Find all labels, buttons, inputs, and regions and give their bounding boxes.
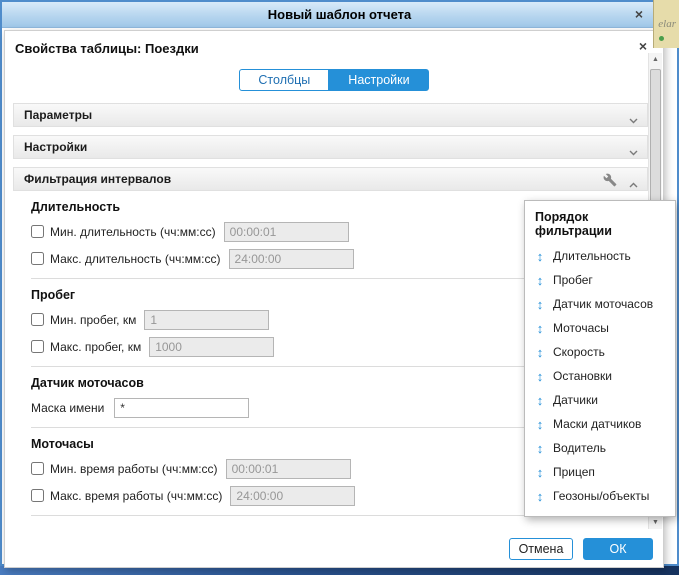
filter-order-item-geofences[interactable]: ↕ Геозоны/объекты bbox=[525, 484, 675, 508]
filter-order-item-stops[interactable]: ↕ Остановки bbox=[525, 364, 675, 388]
reorder-up-down-icon: ↕ bbox=[535, 441, 545, 456]
max-mileage-input bbox=[149, 337, 274, 357]
min-duration-label: Мин. длительность (чч:мм:сс) bbox=[50, 225, 216, 239]
map-fragment: elar bbox=[653, 0, 679, 48]
filter-order-item-label: Прицеп bbox=[553, 465, 595, 479]
filter-order-item-label: Геозоны/объекты bbox=[553, 489, 649, 503]
filter-order-item-mileage[interactable]: ↕ Пробег bbox=[525, 268, 675, 292]
filter-order-item-sensor-masks[interactable]: ↕ Маски датчиков bbox=[525, 412, 675, 436]
filter-order-popup-title: Порядок фильтрации bbox=[525, 205, 675, 244]
accordion-parameters-label: Параметры bbox=[24, 108, 92, 122]
min-mileage-checkbox[interactable] bbox=[31, 313, 44, 326]
dialog-tabs: Столбцы Настройки bbox=[5, 69, 663, 91]
min-duration-input bbox=[224, 222, 349, 242]
scroll-down-icon[interactable]: ▼ bbox=[649, 516, 662, 529]
chevron-down-icon bbox=[629, 113, 638, 127]
max-mileage-checkbox[interactable] bbox=[31, 340, 44, 353]
filter-order-item-driver[interactable]: ↕ Водитель bbox=[525, 436, 675, 460]
accordion-settings-label: Настройки bbox=[24, 140, 87, 154]
min-engine-time-label: Мин. время работы (чч:мм:сс) bbox=[50, 462, 218, 476]
map-place-label: elar bbox=[658, 18, 676, 30]
min-mileage-input bbox=[144, 310, 269, 330]
filter-order-item-label: Водитель bbox=[553, 441, 606, 455]
reorder-up-down-icon: ↕ bbox=[535, 345, 545, 360]
name-mask-label: Маска имени bbox=[31, 401, 104, 415]
filter-order-item-trailer[interactable]: ↕ Прицеп bbox=[525, 460, 675, 484]
dialog-footer: Отмена ОК bbox=[5, 531, 663, 567]
reorder-up-down-icon: ↕ bbox=[535, 465, 545, 480]
min-engine-time-input bbox=[226, 459, 351, 479]
max-mileage-label: Макс. пробег, км bbox=[50, 340, 141, 354]
max-duration-input bbox=[229, 249, 354, 269]
reorder-up-down-icon: ↕ bbox=[535, 489, 545, 504]
filter-order-item-label: Маски датчиков bbox=[553, 417, 641, 431]
min-engine-time-checkbox[interactable] bbox=[31, 462, 44, 475]
window-titlebar[interactable]: Новый шаблон отчета × bbox=[2, 2, 677, 28]
max-engine-time-input bbox=[230, 486, 355, 506]
filter-order-item-engine-hours[interactable]: ↕ Моточасы bbox=[525, 316, 675, 340]
scroll-up-icon[interactable]: ▲ bbox=[649, 53, 662, 66]
filter-order-item-label: Скорость bbox=[553, 345, 605, 359]
ok-button[interactable]: ОК bbox=[583, 538, 653, 560]
dialog-title: Свойства таблицы: Поездки bbox=[15, 41, 199, 56]
dialog-header: Свойства таблицы: Поездки × bbox=[5, 31, 663, 59]
tab-settings[interactable]: Настройки bbox=[329, 69, 428, 91]
reorder-up-down-icon: ↕ bbox=[535, 393, 545, 408]
filter-order-item-label: Остановки bbox=[553, 369, 612, 383]
name-mask-input[interactable] bbox=[114, 398, 249, 418]
accordion-parameters[interactable]: Параметры bbox=[13, 103, 648, 127]
partially-visible-next-section: Скорость bbox=[31, 516, 628, 524]
map-poi-dot bbox=[659, 36, 664, 41]
max-duration-checkbox[interactable] bbox=[31, 252, 44, 265]
filter-order-item-label: Датчик моточасов bbox=[553, 297, 653, 311]
filter-order-item-label: Моточасы bbox=[553, 321, 609, 335]
filter-order-popup: Порядок фильтрации ↕ Длительность ↕ Проб… bbox=[524, 200, 676, 517]
min-duration-checkbox[interactable] bbox=[31, 225, 44, 238]
max-engine-time-checkbox[interactable] bbox=[31, 489, 44, 502]
cancel-button[interactable]: Отмена bbox=[509, 538, 573, 560]
filter-order-item-duration[interactable]: ↕ Длительность bbox=[525, 244, 675, 268]
reorder-up-down-icon: ↕ bbox=[535, 249, 545, 264]
min-mileage-label: Мин. пробег, км bbox=[50, 313, 136, 327]
wrench-icon[interactable] bbox=[603, 173, 617, 190]
filter-order-item-engine-sensor[interactable]: ↕ Датчик моточасов bbox=[525, 292, 675, 316]
max-engine-time-label: Макс. время работы (чч:мм:сс) bbox=[50, 489, 222, 503]
filter-order-item-sensors[interactable]: ↕ Датчики bbox=[525, 388, 675, 412]
filter-order-item-speed[interactable]: ↕ Скорость bbox=[525, 340, 675, 364]
accordion-interval-filtering[interactable]: Фильтрация интервалов bbox=[13, 167, 648, 191]
filter-order-item-label: Длительность bbox=[553, 249, 631, 263]
reorder-up-down-icon: ↕ bbox=[535, 321, 545, 336]
reorder-up-down-icon: ↕ bbox=[535, 369, 545, 384]
reorder-up-down-icon: ↕ bbox=[535, 273, 545, 288]
window-close-icon[interactable]: × bbox=[631, 7, 647, 23]
filter-order-item-label: Пробег bbox=[553, 273, 593, 287]
chevron-up-icon bbox=[629, 177, 638, 191]
reorder-up-down-icon: ↕ bbox=[535, 297, 545, 312]
tab-columns[interactable]: Столбцы bbox=[239, 69, 329, 91]
accordion-settings[interactable]: Настройки bbox=[13, 135, 648, 159]
reorder-up-down-icon: ↕ bbox=[535, 417, 545, 432]
accordion-interval-filtering-label: Фильтрация интервалов bbox=[24, 172, 171, 186]
filter-order-item-label: Датчики bbox=[553, 393, 598, 407]
chevron-down-icon bbox=[629, 145, 638, 159]
max-duration-label: Макс. длительность (чч:мм:сс) bbox=[50, 252, 221, 266]
window-title: Новый шаблон отчета bbox=[268, 7, 411, 22]
